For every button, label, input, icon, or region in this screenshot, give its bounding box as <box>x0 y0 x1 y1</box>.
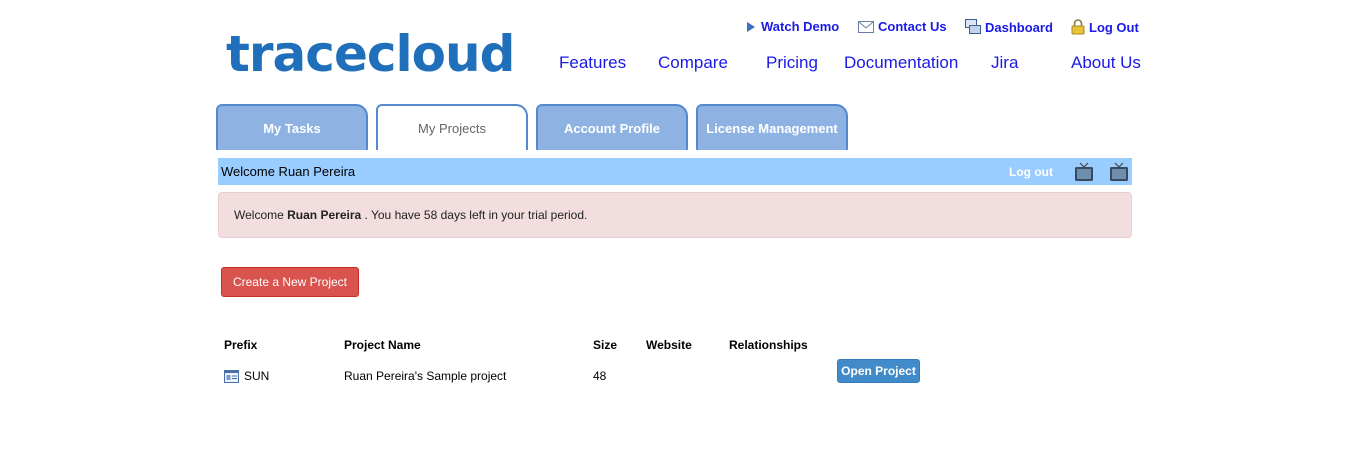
trial-message-prefix: Welcome <box>234 208 284 222</box>
column-header-prefix: Prefix <box>224 338 258 352</box>
project-prefix[interactable]: SUN <box>244 369 269 383</box>
log-out-link[interactable]: Log Out <box>1071 19 1139 35</box>
log-out-label: Log Out <box>1089 19 1139 35</box>
envelope-icon <box>858 20 874 33</box>
open-project-button[interactable]: Open Project <box>837 359 920 383</box>
dashboard-icon <box>965 19 981 34</box>
column-header-size: Size <box>593 338 618 352</box>
nav-jira[interactable]: Jira <box>991 53 1018 73</box>
contact-us-label: Contact Us <box>878 19 947 34</box>
nav-pricing[interactable]: Pricing <box>766 53 818 73</box>
contact-us-link[interactable]: Contact Us <box>858 19 947 34</box>
nav-about-us[interactable]: About Us <box>1071 53 1141 73</box>
dashboard-label: Dashboard <box>985 19 1053 35</box>
tv-icon[interactable] <box>1109 162 1129 182</box>
trial-message: Welcome Ruan Pereira . You have 58 days … <box>234 208 587 222</box>
project-size: 48 <box>593 369 607 383</box>
tracecloud-logo[interactable]: tracecloud <box>226 24 515 84</box>
watch-demo-link[interactable]: Watch Demo <box>745 19 839 34</box>
lock-icon <box>1071 19 1085 35</box>
nav-documentation[interactable]: Documentation <box>844 53 958 73</box>
trial-alert: Welcome Ruan Pereira . You have 58 days … <box>218 192 1132 238</box>
project-card-icon[interactable] <box>224 369 239 383</box>
welcome-bar: Welcome Ruan Pereira Log out <box>218 158 1132 185</box>
tab-account-profile[interactable]: Account Profile <box>536 104 688 150</box>
column-header-relationships: Relationships <box>729 338 808 352</box>
column-header-website: Website <box>646 338 692 352</box>
play-icon <box>747 21 755 32</box>
trial-message-suffix: . You have 58 days left in your trial pe… <box>364 208 588 222</box>
nav-features[interactable]: Features <box>559 53 626 73</box>
tab-my-projects[interactable]: My Projects <box>376 104 528 150</box>
dashboard-link[interactable]: Dashboard <box>965 19 1053 35</box>
bar-log-out-link[interactable]: Log out <box>1009 165 1053 179</box>
welcome-text: Welcome Ruan Pereira <box>221 164 356 179</box>
watch-demo-label: Watch Demo <box>761 19 840 34</box>
tab-license-management[interactable]: License Management <box>696 104 848 150</box>
tab-my-tasks[interactable]: My Tasks <box>216 104 368 150</box>
nav-compare[interactable]: Compare <box>658 53 728 73</box>
trial-user-name: Ruan Pereira <box>287 208 362 222</box>
table-row-prefix: SUN <box>224 369 269 383</box>
tv-icon[interactable] <box>1074 162 1094 182</box>
project-name: Ruan Pereira's Sample project <box>344 369 507 383</box>
create-project-button[interactable]: Create a New Project <box>221 267 359 297</box>
column-header-project-name: Project Name <box>344 338 421 352</box>
